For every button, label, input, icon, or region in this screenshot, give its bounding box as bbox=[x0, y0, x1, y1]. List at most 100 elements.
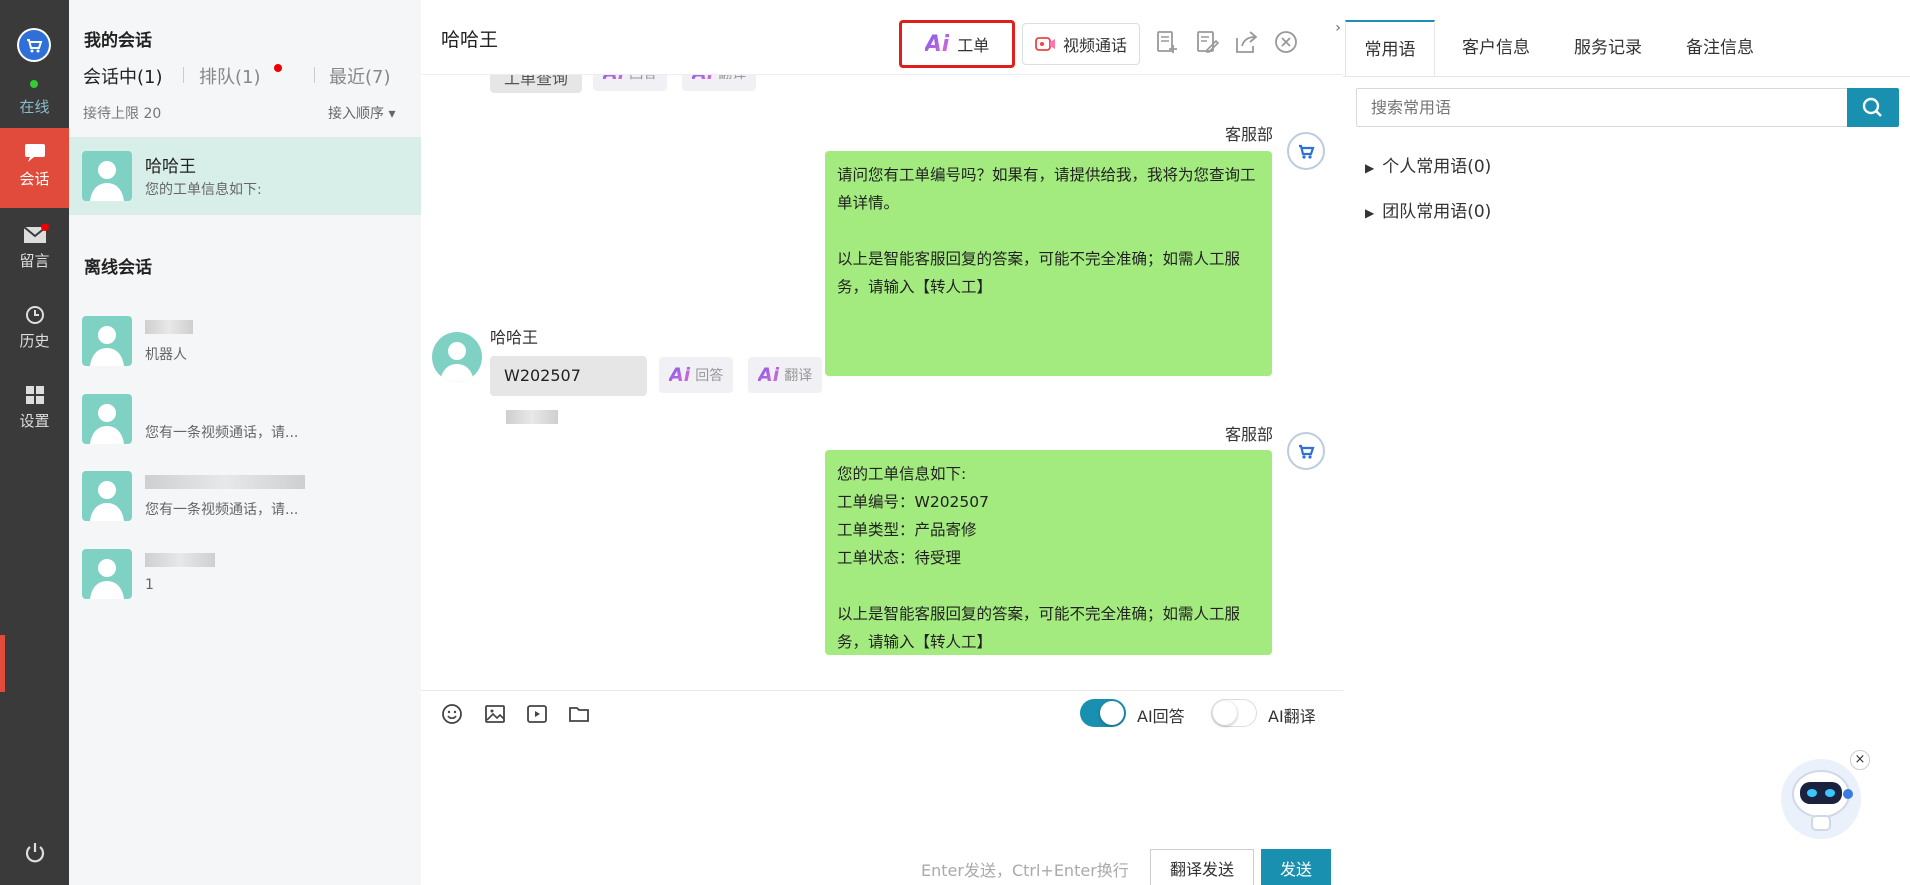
cart-icon bbox=[1299, 144, 1315, 159]
ai-robot-assistant[interactable] bbox=[1778, 754, 1864, 840]
conversation-name-redacted bbox=[145, 472, 305, 492]
robot-icon bbox=[1781, 759, 1861, 839]
conversation-preview: 您有一条视频通话，请... bbox=[145, 425, 299, 441]
ai-translate-button[interactable]: Ai 翻译 bbox=[682, 75, 757, 91]
tab-separator bbox=[314, 67, 315, 83]
reception-limit: 接待上限 20 bbox=[83, 106, 162, 122]
conversation-list-panel: 我的会话 会话中(1) 排队(1) 最近(7) 接待上限 20 接入顺序 ▾ 哈… bbox=[69, 0, 421, 885]
send-button[interactable]: 发送 bbox=[1261, 849, 1331, 885]
folder-icon[interactable] bbox=[567, 702, 591, 726]
caret-right-icon: ▶ bbox=[1365, 206, 1375, 220]
add-workorder-icon[interactable] bbox=[1153, 28, 1181, 56]
list-item[interactable]: 1 bbox=[69, 535, 421, 613]
tab-notes[interactable]: 备注信息 bbox=[1670, 20, 1770, 77]
tab-queue[interactable]: 排队(1) bbox=[199, 63, 261, 89]
tab-customer-info[interactable]: 客户信息 bbox=[1446, 20, 1546, 77]
send-shortcut-hint: Enter发送，Ctrl+Enter换行 bbox=[921, 861, 1129, 880]
ai-logo-icon: Ai bbox=[924, 31, 950, 57]
message-composer: AI回答 AI翻译 Enter发送，Ctrl+Enter换行 翻译发送 发送 bbox=[421, 690, 1343, 885]
user-message-bubble: W202507 bbox=[490, 356, 647, 424]
rail-item-history[interactable]: 历史 bbox=[0, 290, 69, 370]
tab-recent[interactable]: 最近(7) bbox=[329, 63, 391, 89]
tree-item-team[interactable]: ▶ 团队常用语(0) bbox=[1365, 197, 1491, 222]
tab-separator bbox=[183, 67, 184, 83]
list-item[interactable]: 您有一条视频通话，请... bbox=[69, 380, 421, 458]
tab-common-phrases[interactable]: 常用语 bbox=[1345, 20, 1435, 77]
nav-rail: 在线 会话 留言 历史 设置 bbox=[0, 0, 69, 885]
video-call-label: 视频通话 bbox=[1063, 36, 1128, 55]
agent-name: 客服部 bbox=[1225, 425, 1274, 444]
tab-active-conversations[interactable]: 会话中(1) bbox=[83, 63, 163, 89]
ai-logo-icon: Ai bbox=[692, 75, 713, 84]
ai-logo-icon: Ai bbox=[669, 364, 691, 386]
ai-answer-button[interactable]: Ai回答 bbox=[659, 357, 734, 393]
agent-message-bubble: 您的工单信息如下: 工单编号：W202507 工单类型：产品寄修 工单状态：待受… bbox=[825, 450, 1272, 655]
ai-answer-toggle-label: AI回答 bbox=[1137, 707, 1185, 726]
video-file-icon[interactable] bbox=[525, 702, 549, 726]
avatar bbox=[82, 471, 132, 521]
my-conversations-title: 我的会话 bbox=[84, 31, 152, 51]
list-item[interactable]: 机器人 bbox=[69, 302, 421, 380]
sort-order-dropdown[interactable]: 接入顺序 ▾ bbox=[328, 103, 395, 123]
search-button[interactable] bbox=[1847, 88, 1899, 127]
emoji-icon[interactable] bbox=[440, 702, 464, 726]
ai-workorder-button[interactable]: Ai 工单 bbox=[899, 20, 1015, 68]
ai-answer-label: 回答 bbox=[695, 368, 724, 384]
tab-service-records[interactable]: 服务记录 bbox=[1558, 20, 1658, 77]
close-icon[interactable] bbox=[1272, 28, 1300, 56]
rail-label-messages: 留言 bbox=[19, 252, 50, 270]
chevron-down-icon: ▾ bbox=[388, 106, 396, 122]
edit-note-icon[interactable] bbox=[1193, 28, 1221, 56]
share-icon[interactable] bbox=[1232, 28, 1260, 56]
video-camera-icon bbox=[1035, 37, 1055, 51]
shop-logo-icon[interactable] bbox=[17, 28, 51, 62]
conversation-preview: 您有一条视频通话，请... bbox=[145, 502, 299, 518]
conversation-preview: 机器人 bbox=[145, 347, 187, 363]
rail-item-settings[interactable]: 设置 bbox=[0, 370, 69, 450]
agent-avatar bbox=[1287, 432, 1325, 470]
conversation-name: 哈哈王 bbox=[145, 157, 196, 177]
close-robot-button[interactable]: × bbox=[1850, 750, 1870, 770]
ai-translate-toggle[interactable] bbox=[1211, 699, 1257, 727]
grid-icon bbox=[25, 386, 44, 404]
chat-title: 哈哈王 bbox=[441, 29, 499, 51]
ai-logo-icon: Ai bbox=[603, 75, 624, 84]
side-panel-tabs: 常用语 客户信息 服务记录 备注信息 bbox=[1343, 20, 1910, 77]
toggle-knob bbox=[1213, 701, 1237, 725]
rail-item-chat[interactable]: 会话 bbox=[0, 128, 69, 208]
power-button[interactable] bbox=[0, 840, 69, 870]
conversation-preview: 您的工单信息如下: bbox=[145, 182, 262, 198]
image-icon[interactable] bbox=[483, 702, 507, 726]
ai-answer-button[interactable]: Ai 回答 bbox=[593, 75, 668, 91]
chevron-right-icon: › bbox=[1335, 20, 1341, 36]
translate-send-button[interactable]: 翻译发送 bbox=[1150, 849, 1254, 885]
list-item[interactable]: 您有一条视频通话，请... bbox=[69, 457, 421, 535]
chat-panel: 哈哈王 Ai 工单 视频通话 工单查询 Ai回答 Ai翻译 客服部 bbox=[421, 0, 1343, 885]
ai-answer-label: 回答 bbox=[629, 75, 657, 83]
cart-icon bbox=[1299, 444, 1315, 459]
video-call-button[interactable]: 视频通话 bbox=[1022, 23, 1141, 65]
avatar bbox=[82, 316, 132, 366]
rail-label-chat: 会话 bbox=[19, 170, 50, 188]
avatar bbox=[82, 151, 132, 201]
agent-name: 客服部 bbox=[1225, 125, 1274, 144]
rail-label-history: 历史 bbox=[19, 332, 50, 350]
toggle-knob bbox=[1100, 701, 1124, 725]
side-red-tab[interactable] bbox=[0, 635, 5, 692]
mail-icon bbox=[22, 224, 49, 243]
ai-answer-toggle[interactable] bbox=[1080, 699, 1126, 727]
rail-label-settings: 设置 bbox=[19, 412, 50, 430]
phrase-search-input[interactable] bbox=[1356, 88, 1860, 127]
ai-translate-button[interactable]: Ai翻译 bbox=[748, 357, 823, 393]
conversation-item-active[interactable]: 哈哈王 您的工单信息如下: bbox=[69, 137, 421, 215]
tree-item-personal[interactable]: ▶ 个人常用语(0) bbox=[1365, 152, 1491, 177]
app-window: 在线 会话 留言 历史 设置 我的会话 会话中(1) 排队(1) 最近(7) 接… bbox=[0, 0, 1910, 885]
user-avatar bbox=[432, 332, 482, 382]
agent-message-text: 请问您有工单编号吗？如果有，请提供给我，我将为您查询工单详情。 以上是智能客服回… bbox=[837, 166, 1256, 296]
avatar bbox=[82, 549, 132, 599]
sort-order-label: 接入顺序 bbox=[328, 106, 384, 122]
status-label[interactable]: 在线 bbox=[0, 96, 69, 117]
ai-translate-label: 翻译 bbox=[718, 75, 746, 83]
agent-avatar bbox=[1287, 132, 1325, 170]
rail-item-messages[interactable]: 留言 bbox=[0, 210, 69, 290]
